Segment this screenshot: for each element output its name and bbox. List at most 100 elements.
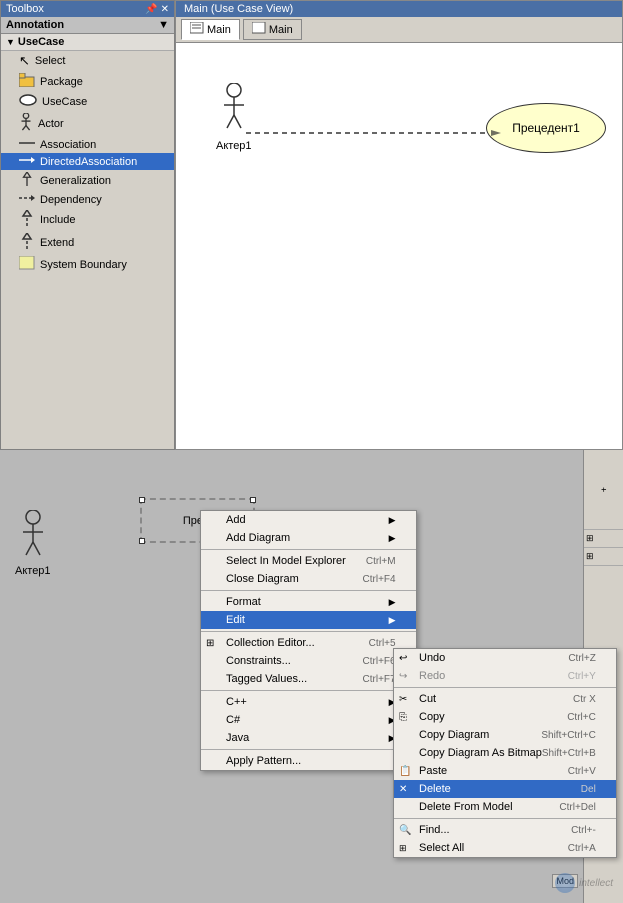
submenu-item-copy-diagram[interactable]: Copy Diagram Shift+Ctrl+C [394, 726, 616, 744]
toolbox-header: Toolbox 📌 ✕ [1, 1, 174, 17]
context-menu: Add ▶ Add Diagram ▶ Select In Model Expl… [200, 510, 417, 771]
association-icon [19, 138, 35, 151]
toolbox-pin-btn[interactable]: 📌 [145, 4, 157, 15]
actor-figure-1 [219, 83, 249, 138]
diagram-canvas[interactable]: Актер1 Прецедент1 [176, 43, 622, 449]
usecase-1[interactable]: Прецедент1 [486, 103, 606, 153]
system-boundary-icon [19, 256, 35, 273]
tab-bar: Main Main [176, 17, 622, 43]
menu-item-close-diagram[interactable]: Close Diagram Ctrl+F4 [201, 570, 416, 588]
toolbox-item-generalization[interactable]: Generalization [1, 170, 174, 191]
toolbox-item-association[interactable]: Association [1, 136, 174, 153]
submenu-item-redo[interactable]: ↪ Redo Ctrl+Y [394, 667, 616, 685]
toolbox-item-include[interactable]: Include [1, 208, 174, 231]
menu-item-collection[interactable]: ⊞ Collection Editor... Ctrl+5 [201, 634, 416, 652]
paste-icon: 📋 [399, 766, 411, 777]
submenu-arrow-edit: ▶ [389, 615, 396, 626]
directed-association-icon [19, 155, 35, 168]
annotation-label: Annotation ▼ [1, 17, 174, 34]
undo-icon: ↩ [399, 653, 407, 664]
diagram-icon-1 [190, 22, 204, 37]
bottom-actor-label: Актер1 [15, 565, 51, 577]
main-diagram-area: Main (Use Case View) Main Main [175, 0, 623, 450]
cut-icon: ✂ [399, 694, 407, 705]
menu-separator-3 [201, 631, 416, 632]
menu-item-edit[interactable]: Edit ▶ [201, 611, 416, 629]
watermark: intellect [555, 873, 613, 893]
diagram-title: Main (Use Case View) [176, 1, 622, 17]
toolbox-item-extend[interactable]: Extend [1, 231, 174, 254]
submenu-item-paste[interactable]: 📋 Paste Ctrl+V [394, 762, 616, 780]
toolbox-title: Toolbox [6, 3, 44, 15]
submenu-item-cut[interactable]: ✂ Cut Ctr X [394, 690, 616, 708]
menu-separator-5 [201, 749, 416, 750]
submenu-arrow-format: ▶ [389, 597, 396, 608]
menu-item-cpp[interactable]: C++ ▶ [201, 693, 416, 711]
copy-icon: ⎘ [399, 712, 407, 723]
generalization-icon [19, 172, 35, 189]
toolbox-item-actor[interactable]: Actor [1, 111, 174, 136]
bottom-actor: Актер1 [15, 510, 51, 577]
right-panel-mod: + [584, 450, 623, 530]
right-panel-item-2[interactable]: ⊞ [584, 548, 623, 566]
tab-main-2[interactable]: Main [243, 19, 302, 40]
group-arrow-icon: ▼ [6, 37, 15, 47]
association-line [246, 123, 496, 143]
submenu-item-find[interactable]: 🔍 Find... Ctrl+- [394, 821, 616, 839]
menu-item-csharp[interactable]: C# ▶ [201, 711, 416, 729]
submenu-item-copy-bitmap[interactable]: Copy Diagram As Bitmap Shift+Ctrl+B [394, 744, 616, 762]
right-panel-item-1[interactable]: ⊞ [584, 530, 623, 548]
menu-separator-4 [201, 690, 416, 691]
find-icon: 🔍 [399, 825, 411, 836]
diagram-icon-2 [252, 22, 266, 37]
submenu-item-delete-from-model[interactable]: Delete From Model Ctrl+Del [394, 798, 616, 816]
toolbox-close-btn[interactable]: ✕ [161, 4, 169, 15]
submenu-arrow-icon: ▶ [389, 515, 396, 526]
redo-icon: ↪ [399, 671, 407, 682]
usecase-icon [19, 94, 37, 109]
select-all-icon: ⊞ [399, 843, 407, 854]
toolbox-item-package[interactable]: Package [1, 71, 174, 92]
menu-item-constraints[interactable]: Constraints... Ctrl+F6 [201, 652, 416, 670]
watermark-text: intellect [579, 878, 613, 889]
right-panel-label: + [599, 487, 609, 492]
menu-separator-2 [201, 590, 416, 591]
collection-icon: ⊞ [206, 638, 214, 649]
submenu-item-undo[interactable]: ↩ Undo Ctrl+Z [394, 649, 616, 667]
package-icon [19, 73, 35, 90]
bottom-canvas[interactable]: Актер1 Пре... Add ▶ Add Diagram ▶ Select… [0, 450, 623, 903]
toolbox-item-dependency[interactable]: Dependency [1, 191, 174, 208]
submenu-sep-1 [394, 687, 616, 688]
menu-item-java[interactable]: Java ▶ [201, 729, 416, 747]
submenu-item-copy[interactable]: ⎘ Copy Ctrl+C [394, 708, 616, 726]
delete-icon: ✕ [399, 784, 407, 795]
expand-icon: ▼ [158, 19, 169, 31]
submenu-item-select-all[interactable]: ⊞ Select All Ctrl+A [394, 839, 616, 857]
menu-separator-1 [201, 549, 416, 550]
menu-item-add[interactable]: Add ▶ [201, 511, 416, 529]
usecase-group[interactable]: ▼ UseCase [1, 34, 174, 51]
usecase-1-label: Прецедент1 [512, 121, 580, 135]
menu-item-apply-pattern[interactable]: Apply Pattern... [201, 752, 416, 770]
actor-icon [19, 113, 33, 134]
submenu-arrow-icon-2: ▶ [389, 533, 396, 544]
select-icon: ↖ [19, 53, 30, 69]
extend-icon [19, 233, 35, 252]
toolbox-item-directed-association[interactable]: DirectedAssociation [1, 153, 174, 170]
menu-item-select-model[interactable]: Select In Model Explorer Ctrl+M [201, 552, 416, 570]
toolbox-item-system-boundary[interactable]: System Boundary [1, 254, 174, 275]
toolbox-item-select[interactable]: ↖ Select [1, 51, 174, 71]
edit-submenu: ↩ Undo Ctrl+Z ↪ Redo Ctrl+Y ✂ Cut Ctr X … [393, 648, 617, 858]
submenu-item-delete[interactable]: ✕ Delete Del [394, 780, 616, 798]
bottom-section: Актер1 Пре... Add ▶ Add Diagram ▶ Select… [0, 450, 623, 903]
menu-item-add-diagram[interactable]: Add Diagram ▶ [201, 529, 416, 547]
include-icon [19, 210, 35, 229]
toolbox-item-usecase[interactable]: UseCase [1, 92, 174, 111]
toolbox: Toolbox 📌 ✕ Annotation ▼ ▼ UseCase ↖ Sel… [0, 0, 175, 450]
menu-item-tagged[interactable]: Tagged Values... Ctrl+F7 [201, 670, 416, 688]
tab-main-1[interactable]: Main [181, 19, 240, 40]
submenu-sep-2 [394, 818, 616, 819]
dependency-icon [19, 193, 35, 206]
intellect-logo [555, 873, 575, 893]
menu-item-format[interactable]: Format ▶ [201, 593, 416, 611]
